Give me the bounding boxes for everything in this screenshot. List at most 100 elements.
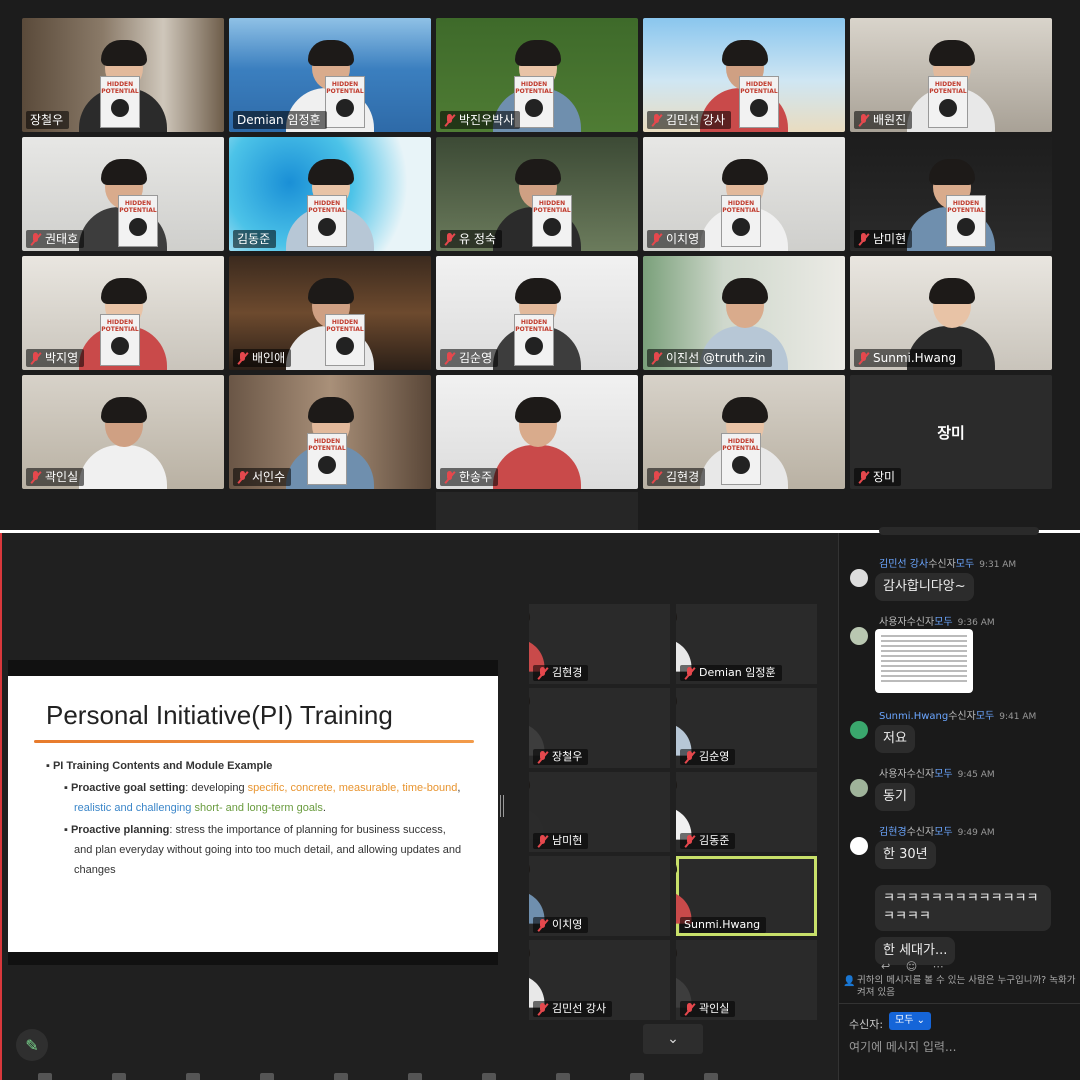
participant-name: 배인애 <box>252 351 286 365</box>
book-cover-art <box>336 99 354 117</box>
participant-hair <box>676 604 678 623</box>
chat-recipient[interactable]: 모두 <box>934 617 952 628</box>
image-line <box>881 675 967 677</box>
chat-sender[interactable]: 김민선 강사 <box>879 559 928 570</box>
participant-thumbnail[interactable]: 김동준 <box>676 772 817 852</box>
participant-hair <box>529 604 531 623</box>
participant-name: 이치영 <box>552 918 583 931</box>
slide-body: ▪ PI Training Contents and Module Exampl… <box>46 756 466 880</box>
book-cover-art <box>939 99 957 117</box>
participant-name-tag: 배인애 <box>233 349 292 367</box>
book-cover: HIDDEN POTENTIAL <box>514 314 554 366</box>
participant-name: Sunmi.Hwang <box>684 918 761 931</box>
chat-sender[interactable]: 사용자 <box>879 769 907 780</box>
participant-hair <box>101 40 147 66</box>
participant-thumbnail[interactable]: 이치영 <box>529 856 670 936</box>
chat-sender[interactable]: 사용자 <box>879 617 907 628</box>
participant-tile[interactable]: HIDDEN POTENTIAL 김동준 <box>229 137 431 251</box>
book-cover: HIDDEN POTENTIAL <box>928 76 968 128</box>
participant-name-tag: 박지영 <box>26 349 85 367</box>
toolbar-icon-stub[interactable] <box>482 1073 496 1080</box>
chat-sender[interactable]: Sunmi.Hwang <box>879 711 948 722</box>
mic-muted-icon <box>858 351 869 365</box>
participant-name-tag: 이진선 @truth.zin <box>647 349 772 367</box>
participant-name: 김동준 <box>699 834 730 847</box>
message-actions[interactable]: ↩ ☺ ⋯ <box>881 960 950 973</box>
participant-name: 장철우 <box>30 113 64 127</box>
toolbar-icon-stub[interactable] <box>630 1073 644 1080</box>
chat-recipient[interactable]: 모두 <box>976 711 994 722</box>
participant-tile[interactable]: HIDDEN POTENTIAL 배원진 <box>850 18 1052 132</box>
participant-tile[interactable]: 한송주 <box>436 375 638 489</box>
chat-recipient-word: 수신자 <box>928 559 956 570</box>
participant-thumbnail[interactable]: 김현경 <box>529 604 670 684</box>
mic-muted-icon <box>651 232 662 246</box>
participant-name-tag: 남미현 <box>533 833 589 849</box>
participant-tile[interactable]: Sunmi.Hwang <box>850 256 1052 370</box>
participant-name-tag: 김민선 강사 <box>647 111 732 129</box>
participant-tile[interactable]: HIDDEN POTENTIAL 유 정숙 <box>436 137 638 251</box>
participant-name-tag: 김현경 <box>533 665 589 681</box>
chat-recipient[interactable]: 모두 <box>956 559 974 570</box>
book-cover-art <box>525 99 543 117</box>
chat-input[interactable] <box>849 1036 1073 1058</box>
book-title: HIDDEN POTENTIAL <box>101 81 139 95</box>
participant-tile[interactable]: HIDDEN POTENTIAL 서인수 <box>229 375 431 489</box>
participant-tile[interactable]: HIDDEN POTENTIAL 권태호 <box>22 137 224 251</box>
participant-thumbnail[interactable]: 장철우 <box>529 688 670 768</box>
mic-muted-icon <box>30 470 41 484</box>
participant-tile[interactable]: HIDDEN POTENTIAL 장철우 <box>22 18 224 132</box>
participant-tile[interactable]: HIDDEN POTENTIAL 김민선 강사 <box>643 18 845 132</box>
participant-tile[interactable]: HIDDEN POTENTIAL 김순영 <box>436 256 638 370</box>
chat-message-bubble: 감사합니다앙~ <box>875 573 974 601</box>
participant-tile[interactable]: 이진선 @truth.zin <box>643 256 845 370</box>
participant-thumbnail[interactable]: Demian 임정훈 <box>676 604 817 684</box>
mic-muted-icon <box>684 1002 695 1016</box>
toolbar-icon-stub[interactable] <box>334 1073 348 1080</box>
participant-tile[interactable]: HIDDEN POTENTIAL Demian 임정훈 <box>229 18 431 132</box>
recipient-select[interactable]: 모두 ⌄ <box>889 1012 931 1030</box>
participant-thumbnail[interactable]: 남미현 <box>529 772 670 852</box>
book-cover-art <box>543 218 561 236</box>
goal-setting-green-text: short- and long-term goals <box>194 802 323 814</box>
goal-setting-orange-text: specific, concrete, measurable, time-bou… <box>247 782 458 794</box>
participant-hair <box>529 772 531 791</box>
participant-tile[interactable]: HIDDEN POTENTIAL 배인애 <box>229 256 431 370</box>
chat-image-attachment[interactable] <box>875 629 973 693</box>
participant-thumbnail[interactable]: 김민선 강사 <box>529 940 670 1020</box>
participant-hair <box>515 397 561 423</box>
participant-hair <box>308 397 354 423</box>
toolbar-icon-stub[interactable] <box>556 1073 570 1080</box>
participant-tile[interactable]: HIDDEN POTENTIAL 박진우박사 <box>436 18 638 132</box>
chat-avatar <box>850 569 868 587</box>
scroll-down-button[interactable]: ⌄ <box>643 1024 703 1054</box>
participant-thumbnail[interactable]: 곽인실 <box>676 940 817 1020</box>
image-line <box>881 635 967 637</box>
toolbar-icon-stub[interactable] <box>186 1073 200 1080</box>
book-cover-art <box>732 456 750 474</box>
participant-hair <box>515 278 561 304</box>
participant-tile[interactable]: HIDDEN POTENTIAL 박지영 <box>22 256 224 370</box>
chat-recipient[interactable]: 모두 <box>934 769 952 780</box>
participant-tile[interactable]: HIDDEN POTENTIAL 이치영 <box>643 137 845 251</box>
chat-recipient[interactable]: 모두 <box>934 827 952 838</box>
toolbar-icon-stub[interactable] <box>408 1073 422 1080</box>
participant-tile[interactable]: HIDDEN POTENTIAL 김현경 <box>643 375 845 489</box>
annotate-pen-button[interactable]: ✎ <box>16 1029 48 1061</box>
split-resize-handle[interactable] <box>500 795 504 817</box>
participant-thumbnail[interactable]: Sunmi.Hwang <box>676 856 817 936</box>
toolbar-icon-stub[interactable] <box>704 1073 718 1080</box>
participant-tile[interactable]: 곽인실 <box>22 375 224 489</box>
toolbar-icon-stub[interactable] <box>112 1073 126 1080</box>
toolbar-icon-stub[interactable] <box>260 1073 274 1080</box>
book-title: HIDDEN POTENTIAL <box>947 200 985 214</box>
goal-setting-label: Proactive goal setting <box>70 782 186 794</box>
chat-message-header: Sunmi.Hwang수신자모두 9:41 AM <box>879 707 1036 722</box>
participant-tile[interactable]: HIDDEN POTENTIAL 남미현 <box>850 137 1052 251</box>
participant-tile[interactable]: 장미 장미 <box>850 375 1052 489</box>
participant-thumbnail[interactable]: 김순영 <box>676 688 817 768</box>
mic-muted-icon <box>237 351 248 365</box>
book-cover-art <box>318 456 336 474</box>
chat-sender[interactable]: 김현경 <box>879 827 907 838</box>
toolbar-icon-stub[interactable] <box>38 1073 52 1080</box>
